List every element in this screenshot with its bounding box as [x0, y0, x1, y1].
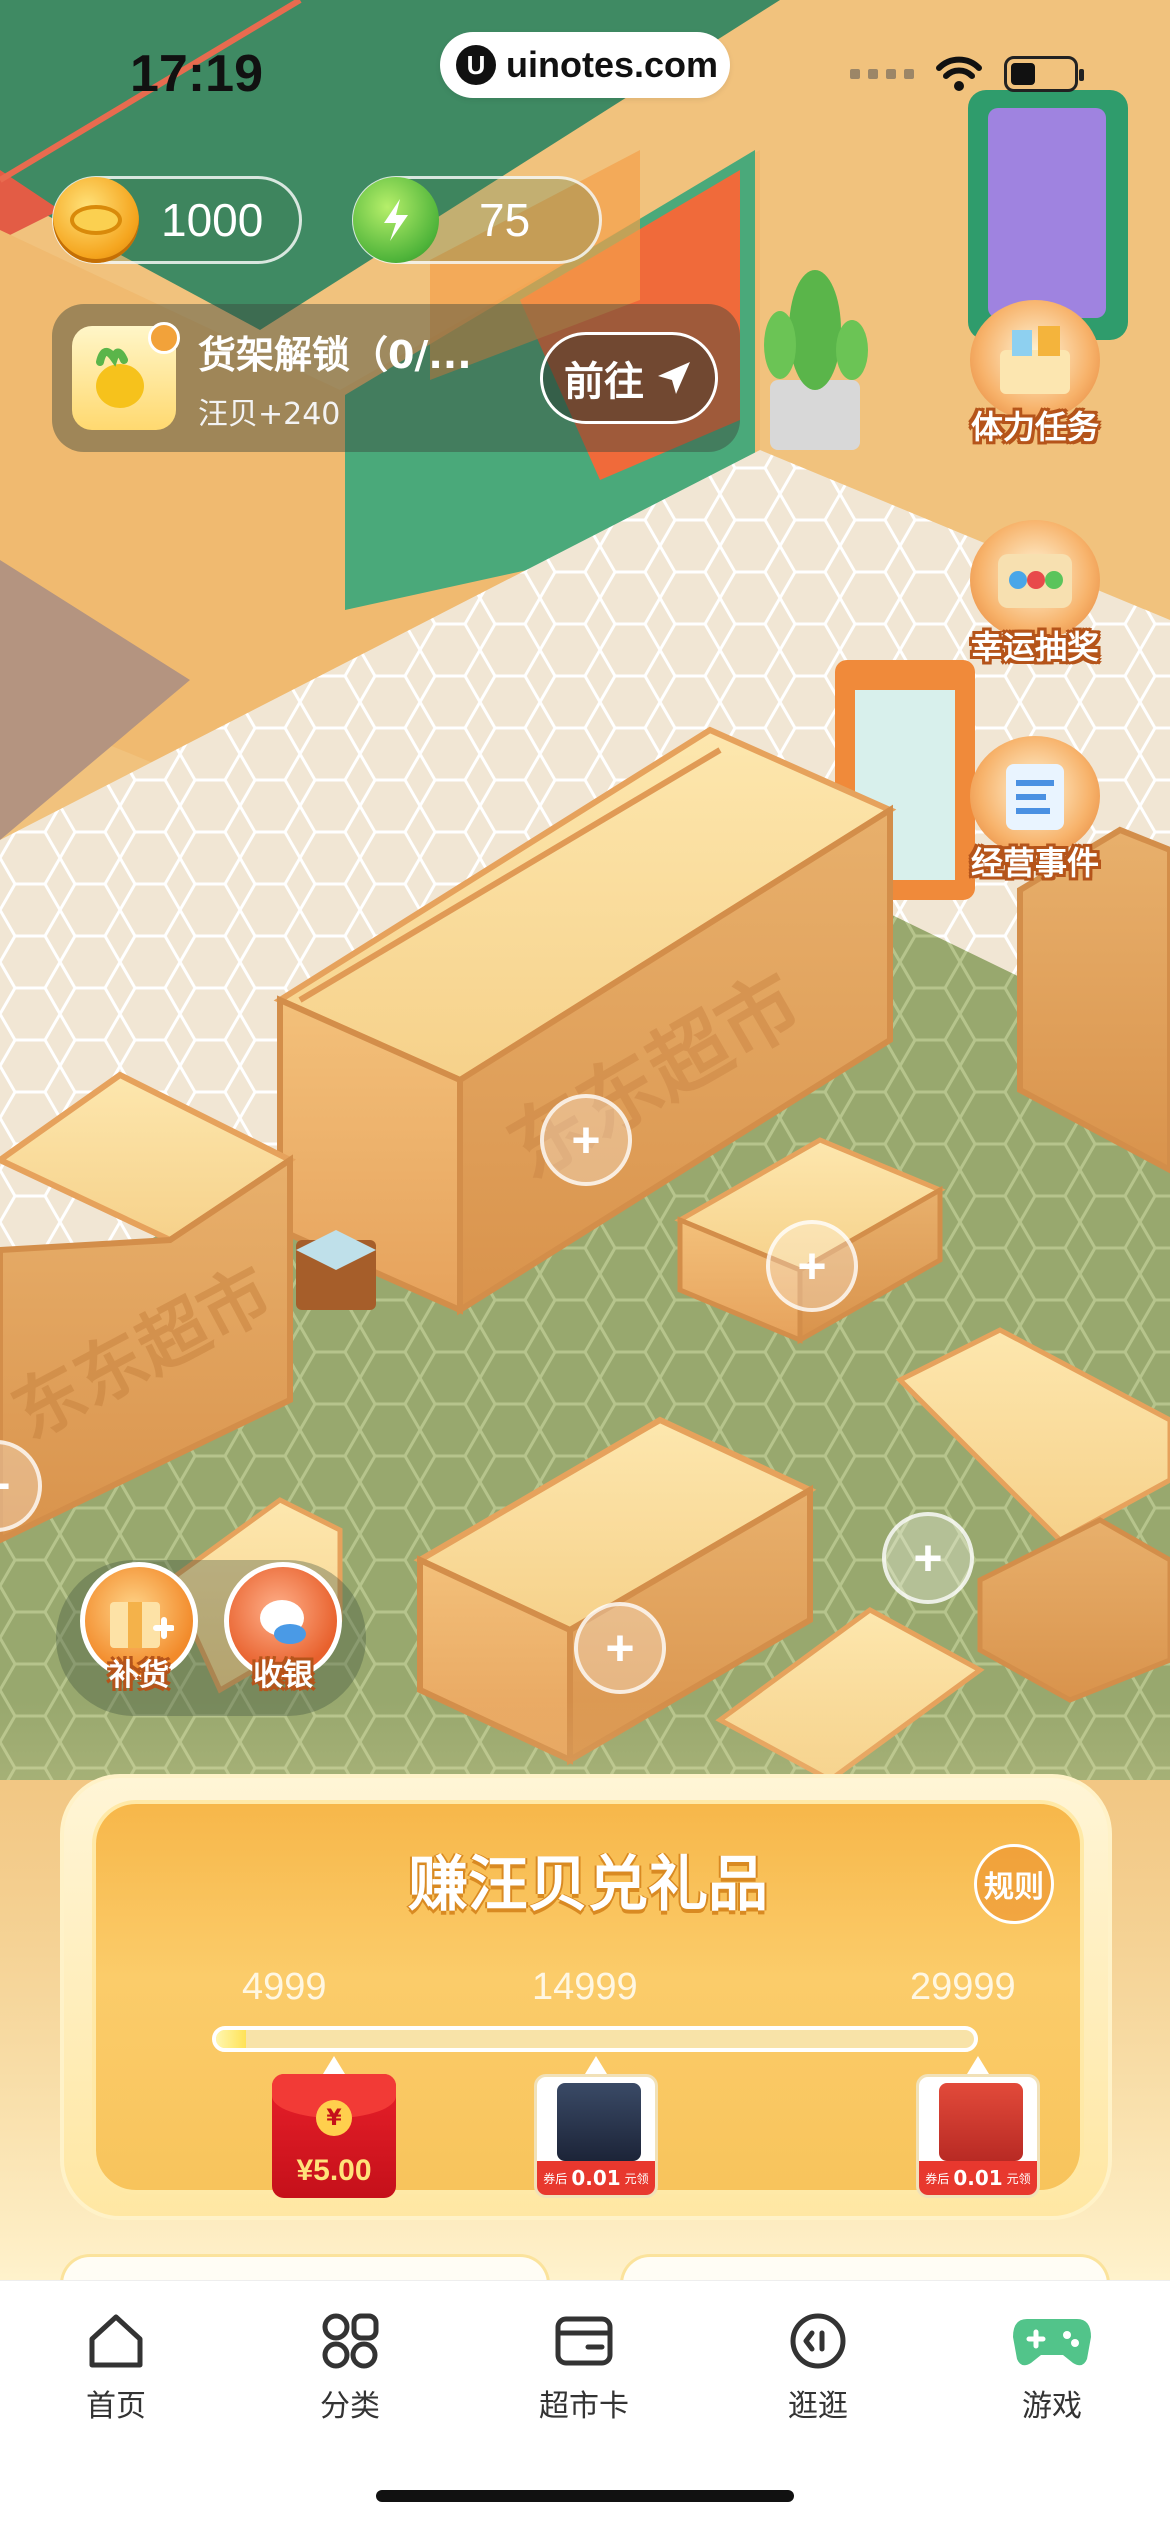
lock-icon: [148, 322, 180, 354]
tab-games[interactable]: 游戏: [972, 2311, 1132, 2425]
wifi-icon: [936, 56, 982, 91]
navigate-arrow-icon: [658, 362, 690, 394]
home-icon: [89, 2314, 143, 2368]
gold-coin-icon: [53, 177, 139, 263]
status-time: 17:19: [130, 45, 263, 103]
battery-icon: [1004, 56, 1084, 92]
business-event-button[interactable]: 经营事件: [940, 736, 1130, 884]
url-pill[interactable]: U uinotes.com: [440, 32, 730, 98]
milestone-label: 29999: [910, 1966, 1016, 2008]
coin-counter[interactable]: 1000: [52, 176, 302, 264]
business-event-label: 经营事件: [970, 844, 1099, 882]
reward-title: 赚汪贝兑礼品: [408, 1850, 768, 1920]
reward-panel: 赚汪贝兑礼品 规则 4999 14999 29999 ¥ ¥5.00 券后 0.…: [92, 1800, 1084, 2198]
fruit-box-product-icon: 券后 0.01 元领: [916, 2074, 1040, 2198]
rules-button[interactable]: 规则: [974, 1844, 1054, 1924]
reward-product[interactable]: 券后 0.01 元领: [914, 2056, 1042, 2198]
points-progress-bar: [212, 2026, 978, 2052]
milestone-label: 4999: [242, 1966, 327, 2008]
produce-icon: [72, 322, 180, 430]
reward-exchange-card: 赚汪贝兑礼品 规则 4999 14999 29999 ¥ ¥5.00 券后 0.…: [60, 1774, 1112, 2220]
card-wallet-icon: [555, 2316, 613, 2366]
gamepad-icon: [1013, 2319, 1091, 2366]
red-packet-amount: ¥5.00: [296, 2154, 372, 2187]
quest-title: 货架解锁（0/...: [198, 332, 472, 377]
shop-actions: 补货 收银: [56, 1560, 366, 1716]
tab-label: 逛逛: [788, 2389, 848, 2424]
tab-label: 分类: [320, 2389, 380, 2424]
quest-reward: 汪贝+240: [198, 396, 341, 432]
go-label: 前往: [564, 359, 644, 405]
stamina-task-button[interactable]: 体力任务: [940, 300, 1130, 448]
price-tag: 券后 0.01 元领: [919, 2161, 1037, 2195]
price-tag: 券后 0.01 元领: [537, 2161, 655, 2195]
lucky-draw-label: 幸运抽奖: [970, 628, 1099, 666]
reward-red-packet[interactable]: ¥ ¥5.00: [270, 2056, 398, 2198]
tab-home[interactable]: 首页: [36, 2311, 196, 2425]
tab-supermarket-card[interactable]: 超市卡: [504, 2311, 664, 2425]
points-progress-fill: [216, 2030, 247, 2048]
cashier-label: 收银: [253, 1658, 313, 1693]
category-icon: [322, 2313, 379, 2369]
tab-browse[interactable]: 逛逛: [738, 2311, 898, 2425]
site-logo-icon: U: [456, 45, 496, 85]
home-indicator[interactable]: [376, 2490, 794, 2502]
add-shelf-button[interactable]: +: [574, 1602, 666, 1694]
add-shelf-button[interactable]: +: [540, 1094, 632, 1186]
url-text: uinotes.com: [506, 44, 719, 85]
signal-icon: [850, 69, 914, 79]
tab-label: 游戏: [1022, 2389, 1082, 2424]
add-shelf-button[interactable]: +: [766, 1220, 858, 1312]
stamina-task-label: 体力任务: [970, 408, 1099, 446]
snack-product-icon: 券后 0.01 元领: [534, 2074, 658, 2198]
cashier-button[interactable]: 收银: [222, 1562, 344, 1694]
restock-button[interactable]: 补货: [78, 1562, 200, 1694]
go-button[interactable]: 前往: [540, 332, 718, 424]
red-packet-icon: ¥ ¥5.00: [272, 2074, 396, 2198]
browse-icon: [790, 2313, 846, 2369]
reward-product[interactable]: 券后 0.01 元领: [532, 2056, 660, 2198]
restock-label: 补货: [109, 1658, 169, 1693]
tab-label: 首页: [86, 2389, 146, 2424]
tab-label: 超市卡: [539, 2389, 629, 2424]
shelf-unlock-quest[interactable]: 货架解锁（0/... 汪贝+240 前往: [52, 304, 740, 452]
energy-value: 75: [479, 194, 531, 246]
add-shelf-button[interactable]: +: [882, 1512, 974, 1604]
coin-value: 1000: [161, 194, 264, 246]
milestone-label: 14999: [532, 1966, 638, 2008]
status-indicators: [850, 56, 1084, 92]
energy-counter[interactable]: 75: [352, 176, 602, 264]
lucky-draw-button[interactable]: 幸运抽奖: [940, 520, 1130, 668]
tab-category[interactable]: 分类: [270, 2311, 430, 2425]
green-apple-energy-icon: [353, 177, 439, 263]
